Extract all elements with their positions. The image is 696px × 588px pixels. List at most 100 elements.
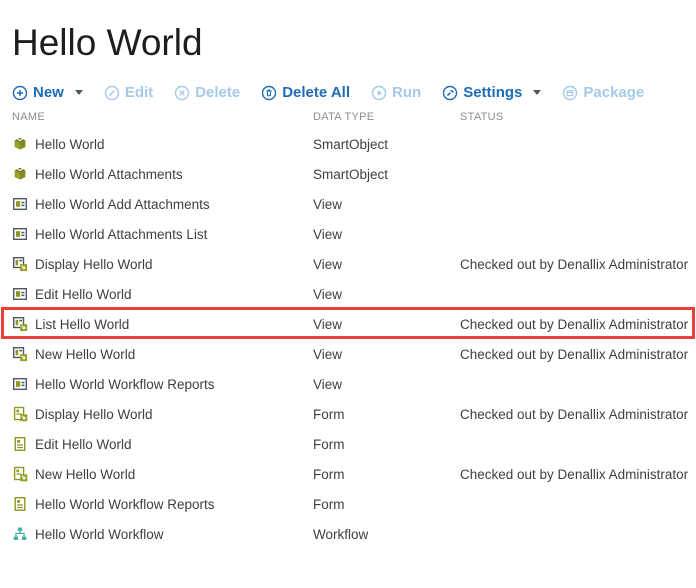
row-status-cell: Checked out by Denallix Administrator [460,257,696,272]
row-name-label: Edit Hello World [35,287,132,302]
row-name-cell: Hello World Workflow [12,526,313,542]
pencil-circle-icon [104,85,120,101]
page-title: Hello World [12,22,696,64]
toolbar-label: New [33,84,64,101]
item-list: Hello WorldSmartObjectHello World Attach… [0,129,696,549]
row-name-cell: New Hello World [12,346,313,362]
row-name-cell: Display Hello World [12,406,313,422]
column-header-name: NAME [12,111,313,123]
table-row[interactable]: New Hello World ViewChecked out by Denall… [0,339,696,369]
row-status-cell: Checked out by Denallix Administrator [460,347,696,362]
row-name-label: Hello World [35,137,105,152]
trash-circle-icon [261,85,277,101]
table-row[interactable]: Display Hello World FormChecked out by De… [0,399,696,429]
table-row[interactable]: Edit Hello World View [0,279,696,309]
x-circle-icon [174,85,190,101]
row-datatype-cell: View [313,197,460,212]
toolbar-settings-button[interactable]: Settings [442,84,541,101]
form-badge-icon [12,466,28,482]
row-datatype-cell: Form [313,497,460,512]
package-circle-icon [562,85,578,101]
row-name-label: Hello World Workflow Reports [35,497,215,512]
row-name-cell: Hello World Attachments [12,166,313,182]
table-row[interactable]: Hello World Add Attachments View [0,189,696,219]
row-name-label: Display Hello World [35,407,153,422]
row-datatype-cell: SmartObject [313,167,460,182]
row-status-cell: Checked out by Denallix Administrator [460,467,696,482]
row-datatype-cell: SmartObject [313,137,460,152]
row-name-label: Hello World Attachments List [35,227,207,242]
row-status-cell: Checked out by Denallix Administrator [460,407,696,422]
row-name-label: Hello World Workflow [35,527,164,542]
row-name-cell: Hello World Attachments List [12,226,313,242]
toolbar-new-button[interactable]: New [12,84,83,101]
row-name-label: New Hello World [35,347,135,362]
table-row[interactable]: Hello World Workflow Workflow [0,519,696,549]
toolbar-label: Package [583,84,644,101]
row-datatype-cell: View [313,347,460,362]
column-header-status: STATUS [460,111,696,123]
view-badge-icon [12,316,28,332]
row-datatype-cell: View [313,287,460,302]
row-name-label: Display Hello World [35,257,153,272]
row-datatype-cell: Form [313,407,460,422]
row-name-label: Hello World Attachments [35,167,183,182]
row-name-cell: Hello World Workflow Reports [12,376,313,392]
row-datatype-cell: Form [313,467,460,482]
table-row[interactable]: Hello World Attachments SmartObject [0,159,696,189]
row-datatype-cell: View [313,227,460,242]
plus-circle-icon [12,85,28,101]
toolbar-delete-all-button[interactable]: Delete All [261,84,350,101]
toolbar-edit-button[interactable]: Edit [104,84,153,101]
view-badge-icon [12,256,28,272]
view-icon [12,196,28,212]
table-row[interactable]: List Hello World ViewChecked out by Denal… [0,309,696,339]
toolbar-label: Delete [195,84,240,101]
table-row[interactable]: Hello World Attachments List View [0,219,696,249]
row-name-cell: Edit Hello World [12,286,313,302]
toolbar-label: Delete All [282,84,350,101]
row-name-cell: Display Hello World [12,256,313,272]
table-header: NAME DATA TYPE STATUS [0,108,696,126]
wrench-circle-icon [442,85,458,101]
play-circle-icon [371,85,387,101]
row-name-label: Hello World Workflow Reports [35,377,215,392]
toolbar-label: Edit [125,84,153,101]
toolbar-run-button[interactable]: Run [371,84,421,101]
row-name-label: List Hello World [35,317,129,332]
form-icon [12,436,28,452]
toolbar-label: Run [392,84,421,101]
row-name-cell: New Hello World [12,466,313,482]
row-name-cell: Hello World Workflow Reports [12,496,313,512]
form-icon [12,496,28,512]
row-name-cell: Edit Hello World [12,436,313,452]
toolbar-label: Settings [463,84,522,101]
row-name-cell: Hello World [12,136,313,152]
row-status-cell: Checked out by Denallix Administrator [460,317,696,332]
row-datatype-cell: View [313,317,460,332]
chevron-down-icon[interactable] [75,90,83,95]
row-datatype-cell: Workflow [313,527,460,542]
table-row[interactable]: Edit Hello World Form [0,429,696,459]
row-datatype-cell: Form [313,437,460,452]
chevron-down-icon[interactable] [533,90,541,95]
table-row[interactable]: Hello World Workflow Reports Form [0,489,696,519]
row-name-label: Edit Hello World [35,437,132,452]
toolbar-delete-button[interactable]: Delete [174,84,240,101]
row-name-cell: Hello World Add Attachments [12,196,313,212]
table-row[interactable]: Hello World Workflow Reports View [0,369,696,399]
table-row[interactable]: Display Hello WorldViewChecked out by De… [0,249,696,279]
column-header-datatype: DATA TYPE [313,111,460,123]
workflow-icon [12,526,28,542]
row-datatype-cell: View [313,377,460,392]
view-badge-icon [12,346,28,362]
view-icon [12,226,28,242]
toolbar-package-button[interactable]: Package [562,84,644,101]
smartobject-icon [12,166,28,182]
form-badge-icon [12,406,28,422]
smartobject-icon [12,136,28,152]
table-row[interactable]: New Hello WorldFormChecked out by Denall… [0,459,696,489]
row-name-label: Hello World Add Attachments [35,197,210,212]
toolbar: New Edit Delete Delete All Run Settings Packag… [12,84,696,101]
table-row[interactable]: Hello World SmartObject [0,129,696,159]
